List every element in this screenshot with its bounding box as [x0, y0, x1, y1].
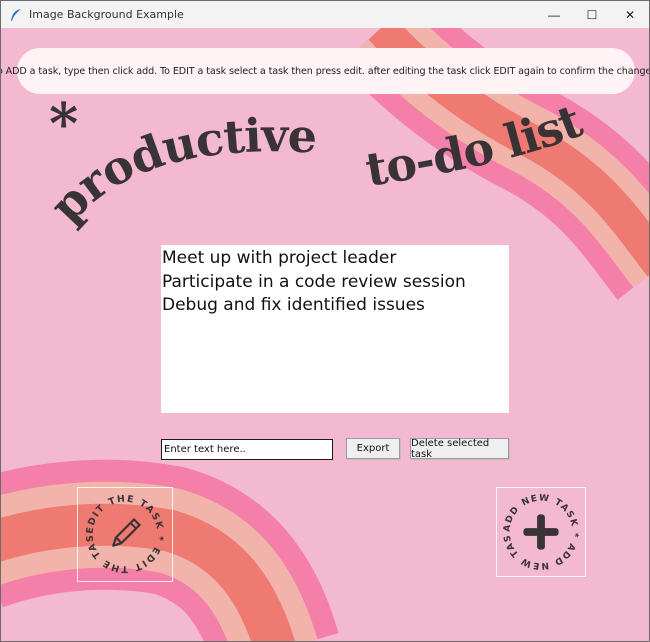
pencil-icon: [112, 517, 142, 547]
task-item[interactable]: Debug and fix identified issues: [162, 294, 509, 318]
maximize-button[interactable]: ☐: [573, 1, 611, 28]
minimize-button[interactable]: —: [535, 1, 573, 28]
headline-word-productive: productive: [39, 108, 318, 233]
add-task-button[interactable]: ADD NEW TASK * ADD NEW TASK *: [496, 487, 586, 577]
headline-asterisk: *: [49, 91, 78, 157]
svg-text:to-do list: to-do list: [362, 93, 590, 197]
close-button[interactable]: ✕: [611, 1, 649, 28]
window-controls: — ☐ ✕: [535, 1, 649, 28]
delete-task-button[interactable]: Delete selected task: [410, 438, 509, 460]
edit-task-button[interactable]: EDIT THE TASK * EDIT THE TASK *: [77, 487, 173, 582]
headline-word-todo-list: to-do list: [362, 93, 591, 197]
plus-icon: [523, 514, 559, 550]
svg-text:productive: productive: [39, 108, 317, 233]
feather-icon: [11, 8, 21, 21]
task-item[interactable]: Meet up with project leader: [162, 247, 509, 271]
task-entry-input[interactable]: [161, 439, 333, 460]
title-bar[interactable]: Image Background Example — ☐ ✕: [1, 1, 649, 28]
app-window: Image Background Example — ☐ ✕ To ADD a …: [0, 0, 650, 642]
window-title: Image Background Example: [29, 8, 184, 21]
headline: * productive to-do list: [39, 91, 591, 233]
task-list[interactable]: Meet up with project leader Participate …: [161, 245, 509, 413]
export-button[interactable]: Export: [346, 438, 400, 459]
task-item[interactable]: Participate in a code review session: [162, 271, 509, 295]
